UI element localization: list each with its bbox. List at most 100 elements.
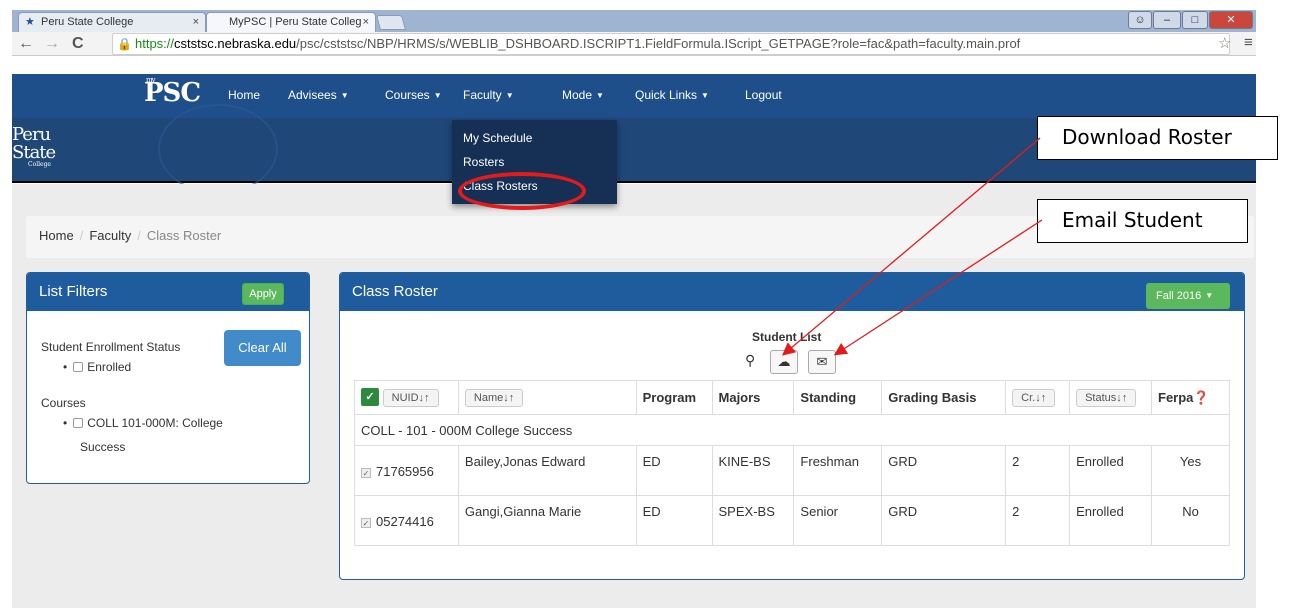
- courses-label: Courses: [41, 396, 86, 410]
- browser-menu-icon[interactable]: ≡: [1244, 34, 1253, 51]
- sort-credits-button[interactable]: Cr.↓↑: [1012, 388, 1056, 407]
- cell-nuid: ✓ 71765956: [354, 445, 459, 496]
- col-program: Program: [635, 380, 713, 415]
- nav-advisees[interactable]: Advisees ▼: [288, 88, 349, 102]
- minimize-icon[interactable]: –: [1153, 11, 1181, 29]
- caret-down-icon: ▼: [340, 91, 349, 101]
- cell-grading: GRD: [881, 495, 1007, 546]
- sort-nuid-button[interactable]: NUID↓↑: [382, 388, 439, 407]
- nav-logout[interactable]: Logout: [745, 88, 782, 102]
- nav-quick-links[interactable]: Quick Links ▼: [635, 88, 709, 102]
- caret-down-icon: ▼: [1205, 291, 1214, 301]
- course-filter[interactable]: • COLL 101-000M: College: [63, 416, 223, 430]
- col-label: NUID: [391, 391, 419, 404]
- reload-icon[interactable]: C: [72, 34, 84, 54]
- mypsc-logo[interactable]: my PSC: [144, 76, 201, 108]
- email-student-callout: Email Student: [1037, 199, 1248, 243]
- college-seal-watermark: [158, 104, 278, 194]
- url-path: /psc/cststsc/NBP/HRMS/s/WEBLIB_DSHBOARD.…: [296, 36, 1021, 51]
- cell-grading: GRD: [881, 445, 1007, 496]
- new-tab-button[interactable]: [375, 15, 407, 30]
- tab-label: Peru State College: [41, 16, 134, 28]
- browser-tab-peru[interactable]: ★ Peru State College ×: [18, 12, 206, 32]
- col-majors: Majors: [711, 380, 795, 415]
- caret-down-icon: ▼: [701, 91, 709, 101]
- back-icon[interactable]: ←: [18, 34, 34, 54]
- row-checkbox[interactable]: ✓: [361, 468, 371, 478]
- select-all-check-icon[interactable]: ✓: [361, 388, 379, 407]
- col-label: Cr.: [1021, 391, 1036, 404]
- breadcrumb-home[interactable]: Home: [39, 228, 74, 243]
- group-row: COLL - 101 - 000M College Success: [354, 414, 1230, 446]
- peru-favicon-icon: ★: [25, 16, 35, 28]
- cell-status: Enrolled: [1069, 445, 1153, 496]
- nav-mode[interactable]: Mode ▼: [562, 88, 604, 102]
- col-label: Status: [1085, 391, 1117, 404]
- close-window-icon[interactable]: ✕: [1209, 11, 1253, 29]
- nav-label: Advisees: [288, 88, 337, 102]
- menu-item-rosters[interactable]: Rosters: [463, 155, 504, 169]
- col-status[interactable]: Status↓↑: [1069, 380, 1153, 415]
- cloud-download-icon: ☁: [777, 354, 791, 369]
- panel-title: Class Roster: [352, 283, 438, 300]
- close-tab-icon[interactable]: ×: [193, 13, 199, 31]
- caret-down-icon: ▼: [433, 91, 442, 101]
- sort-status-button[interactable]: Status↓↑: [1076, 388, 1137, 407]
- cell-ferpa: No: [1151, 495, 1230, 546]
- download-roster-button[interactable]: ☁: [770, 350, 798, 374]
- row-checkbox[interactable]: ✓: [361, 518, 371, 528]
- col-ferpa: Ferpa❓: [1151, 380, 1230, 415]
- nuid-value: 05274416: [376, 514, 434, 529]
- nav-home[interactable]: Home: [228, 88, 260, 102]
- nav-faculty[interactable]: Faculty ▼: [463, 88, 514, 102]
- cell-name: Gangi,Gianna Marie: [457, 495, 637, 546]
- cell-majors: KINE-BS: [711, 445, 795, 496]
- course-label: COLL 101-000M: College: [87, 416, 223, 430]
- checkbox-icon[interactable]: [73, 362, 84, 372]
- user-icon[interactable]: ☺: [1128, 11, 1152, 29]
- envelope-icon: ✉: [816, 354, 828, 369]
- url-host: cststsc.nebraska.edu: [174, 36, 297, 51]
- url-field[interactable]: 🔒 https://cststsc.nebraska.edu/psc/cststs…: [112, 33, 1230, 55]
- clear-all-button[interactable]: Clear All: [224, 330, 301, 366]
- cell-majors: SPEX-BS: [711, 495, 795, 546]
- col-name[interactable]: Name↓↑: [457, 380, 637, 415]
- col-credits[interactable]: Cr.↓↑: [1005, 380, 1071, 415]
- close-tab-icon[interactable]: ×: [363, 13, 369, 31]
- browser-tab-mypsc[interactable]: MyPSC | Peru State Colleg ×: [206, 12, 376, 32]
- apply-button[interactable]: Apply: [242, 283, 284, 305]
- enrolled-label: Enrolled: [87, 360, 132, 374]
- col-standing: Standing: [793, 380, 883, 415]
- enrolled-filter[interactable]: • Enrolled: [63, 360, 131, 374]
- cell-credits: 2: [1005, 495, 1071, 546]
- search-icon[interactable]: ⚲: [745, 352, 755, 369]
- col-grading: Grading Basis: [881, 380, 1007, 415]
- forward-icon[interactable]: →: [44, 34, 60, 54]
- cell-status: Enrolled: [1069, 495, 1153, 546]
- maximize-icon[interactable]: □: [1182, 11, 1208, 29]
- nav-courses[interactable]: Courses ▼: [385, 88, 442, 102]
- cell-name: Bailey,Jonas Edward: [457, 445, 637, 496]
- col-nuid[interactable]: ✓ NUID↓↑: [354, 380, 459, 415]
- checkbox-icon[interactable]: [73, 418, 84, 428]
- term-select[interactable]: Fall 2016 ▼: [1146, 283, 1230, 309]
- caret-down-icon: ▼: [505, 91, 514, 101]
- cell-standing: Senior: [793, 495, 883, 546]
- table-row: ✓ 05274416 Gangi,Gianna Marie ED SPEX-BS …: [354, 495, 1230, 546]
- caret-down-icon: ▼: [596, 91, 604, 101]
- menu-item-my-schedule[interactable]: My Schedule: [463, 131, 532, 145]
- college-logo[interactable]: Peru State College: [12, 126, 56, 168]
- bookmark-star-icon[interactable]: ☆: [1218, 34, 1231, 52]
- cell-credits: 2: [1005, 445, 1071, 496]
- student-list-title: Student List: [752, 330, 822, 344]
- table-row: ✓ 71765956 Bailey,Jonas Edward ED KINE-BS…: [354, 445, 1230, 496]
- enrollment-status-label: Student Enrollment Status: [41, 340, 181, 354]
- panel-title: List Filters: [39, 283, 108, 300]
- help-question-icon[interactable]: ❓: [1193, 390, 1209, 405]
- window-controls: ☺ – □ ✕: [1128, 11, 1253, 29]
- sort-name-button[interactable]: Name↓↑: [464, 388, 524, 407]
- course-label-cont: Success: [80, 440, 126, 454]
- logo-small: my: [146, 76, 156, 84]
- email-student-button[interactable]: ✉: [808, 350, 836, 374]
- breadcrumb-faculty[interactable]: Faculty: [89, 228, 131, 243]
